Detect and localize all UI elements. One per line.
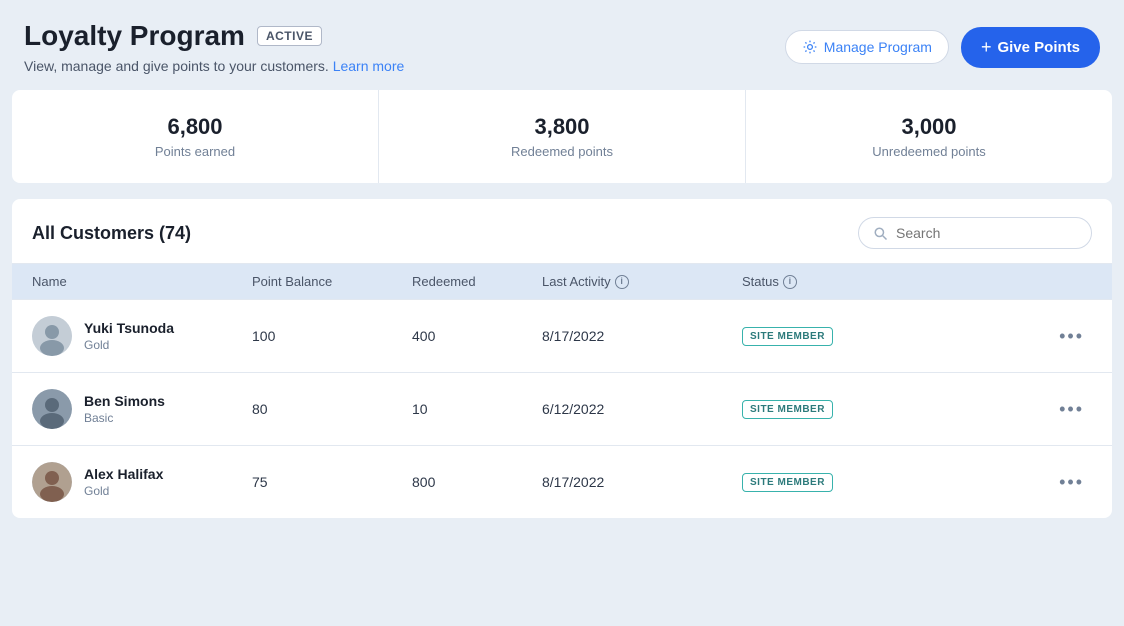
status-cell: SITE MEMBER [742,399,922,419]
status-info-icon: i [783,275,797,289]
col-name: Name [32,274,252,289]
customer-cell: Ben Simons Basic [32,389,252,429]
unredeemed-points-label: Unredeemed points [762,144,1096,159]
col-redeemed: Redeemed [412,274,542,289]
stat-unredeemed-points: 3,000 Unredeemed points [746,90,1112,183]
table-row: Ben Simons Basic 80 10 6/12/2022 SITE ME… [12,372,1112,445]
customers-title: All Customers (74) [32,223,191,244]
title-row: Loyalty Program ACTIVE [24,20,404,52]
customer-cell: Yuki Tsunoda Gold [32,316,252,356]
points-earned-label: Points earned [28,144,362,159]
learn-more-link[interactable]: Learn more [333,58,405,74]
last-activity-value: 8/17/2022 [542,328,742,344]
status-cell: SITE MEMBER [742,472,922,492]
redeemed-value: 800 [412,474,542,490]
redeemed-value: 400 [412,328,542,344]
table-row: Alex Halifax Gold 75 800 8/17/2022 SITE … [12,445,1112,518]
stats-card: 6,800 Points earned 3,800 Redeemed point… [12,90,1112,183]
header-right: Manage Program + Give Points [785,27,1100,68]
point-balance-value: 75 [252,474,412,490]
plus-icon: + [981,37,992,58]
redeemed-points-value: 3,800 [395,114,729,140]
page-title: Loyalty Program [24,20,245,52]
customer-cell: Alex Halifax Gold [32,462,252,502]
status-badge: SITE MEMBER [742,327,833,346]
table-row: Yuki Tsunoda Gold 100 400 8/17/2022 SITE… [12,299,1112,372]
redeemed-points-label: Redeemed points [395,144,729,159]
header-left: Loyalty Program ACTIVE View, manage and … [24,20,404,74]
stat-points-earned: 6,800 Points earned [12,90,379,183]
page-header: Loyalty Program ACTIVE View, manage and … [0,0,1124,90]
customer-tier: Basic [84,411,165,425]
manage-program-button[interactable]: Manage Program [785,30,949,64]
more-options-button[interactable]: ••• [922,322,1092,351]
col-status: Status i [742,274,922,289]
avatar [32,316,72,356]
more-options-button[interactable]: ••• [922,468,1092,497]
customers-section: All Customers (74) Name Point Balance Re… [12,199,1112,518]
search-input[interactable] [896,225,1077,241]
customer-name: Alex Halifax [84,466,163,482]
customer-tier: Gold [84,338,174,352]
last-activity-value: 8/17/2022 [542,474,742,490]
points-earned-value: 6,800 [28,114,362,140]
stat-redeemed-points: 3,800 Redeemed points [379,90,746,183]
status-badge: SITE MEMBER [742,473,833,492]
search-box[interactable] [858,217,1092,249]
last-activity-info-icon: i [615,275,629,289]
more-options-button[interactable]: ••• [922,395,1092,424]
active-badge: ACTIVE [257,26,322,46]
col-last-activity: Last Activity i [542,274,742,289]
customer-tier: Gold [84,484,163,498]
avatar [32,389,72,429]
redeemed-value: 10 [412,401,542,417]
point-balance-value: 100 [252,328,412,344]
status-cell: SITE MEMBER [742,326,922,346]
avatar [32,462,72,502]
give-points-button[interactable]: + Give Points [961,27,1100,68]
last-activity-value: 6/12/2022 [542,401,742,417]
gear-icon [802,39,818,55]
customers-header: All Customers (74) [12,199,1112,263]
subtitle: View, manage and give points to your cus… [24,58,404,74]
status-badge: SITE MEMBER [742,400,833,419]
col-point-balance: Point Balance [252,274,412,289]
point-balance-value: 80 [252,401,412,417]
table-header: Name Point Balance Redeemed Last Activit… [12,263,1112,299]
customer-name: Yuki Tsunoda [84,320,174,336]
customer-name: Ben Simons [84,393,165,409]
search-icon [873,226,888,241]
unredeemed-points-value: 3,000 [762,114,1096,140]
